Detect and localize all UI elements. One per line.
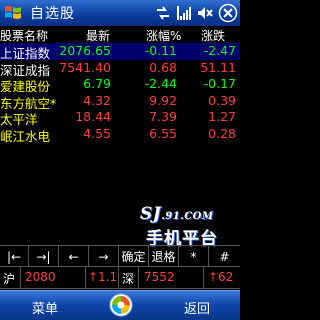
stock-pct: -0.11 — [144, 43, 177, 58]
stock-change: 1.27 — [208, 109, 236, 124]
home-button[interactable]: |← — [0, 246, 29, 267]
stock-change: -2.47 — [203, 43, 236, 58]
stock-row[interactable]: 爱建股份 6.79 -2.44 -0.17 — [0, 76, 240, 94]
stock-change: 51.11 — [200, 59, 236, 75]
stock-change: 0.28 — [208, 125, 236, 141]
stock-change: 0.39 — [208, 92, 236, 108]
header-change[interactable]: 涨跌 — [201, 27, 225, 44]
windows-logo-icon[interactable] — [2, 2, 24, 24]
end-button[interactable]: →| — [29, 246, 59, 267]
divider — [138, 267, 139, 288]
stock-row[interactable]: 上证指数 2076.65 -0.11 -2.47 — [0, 43, 240, 61]
keyboard-input-icon[interactable] — [108, 292, 134, 318]
backspace-button[interactable]: 退格 — [149, 246, 179, 267]
stock-change: -0.17 — [203, 76, 236, 91]
stock-price: 4.55 — [83, 125, 111, 141]
stock-price: 7541.40 — [59, 59, 111, 75]
stock-pct: 9.92 — [149, 92, 177, 108]
header-pct[interactable]: 涨幅% — [146, 27, 181, 44]
stock-price: 18.44 — [75, 109, 111, 124]
column-header: 股票名称 最新 涨幅% 涨跌 — [0, 27, 240, 43]
stock-pct: 7.39 — [149, 109, 177, 124]
divider — [20, 267, 21, 288]
divider — [118, 267, 119, 288]
sz-index-label: 深 — [122, 272, 135, 286]
left-button[interactable]: ← — [59, 246, 89, 267]
index-bar: 沪 2080 ↑1.1 深 7552 ↑62 — [0, 267, 240, 289]
input-button-bar: |← →| ← → 确定 退格 * # — [0, 245, 240, 267]
divider — [203, 267, 204, 288]
right-button[interactable]: → — [89, 246, 119, 267]
confirm-button[interactable]: 确定 — [119, 246, 149, 267]
sz-index-change: ↑62 — [208, 270, 234, 284]
divider — [85, 267, 86, 288]
window-title: 自选股 — [30, 6, 75, 22]
star-button[interactable]: * — [179, 246, 209, 267]
stock-row[interactable]: 东方航空* 4.32 9.92 0.39 — [0, 92, 240, 111]
stock-name: 岷江水电 — [0, 128, 51, 144]
stock-row[interactable]: 太平洋 18.44 7.39 1.27 — [0, 109, 240, 127]
signal-icon[interactable] — [176, 4, 192, 22]
stock-row[interactable]: 岷江水电 4.55 6.55 0.28 — [0, 125, 240, 144]
stock-pct: 0.68 — [149, 59, 177, 75]
title-bar: 自选股 — [0, 0, 240, 26]
sh-index-value: 2080 — [25, 270, 56, 284]
sz-index-value: 7552 — [144, 270, 175, 284]
softkey-bar: 菜单 返回 — [0, 290, 240, 320]
close-icon[interactable] — [218, 3, 238, 23]
header-price[interactable]: 最新 — [86, 27, 110, 44]
sh-index-label: 沪 — [3, 272, 16, 286]
stock-list: 上证指数 2076.65 -0.11 -2.47 深证成指 7541.40 0.… — [0, 43, 240, 144]
watermark-url: SJ.91.COM — [140, 204, 214, 224]
menu-softkey[interactable]: 菜单 — [32, 298, 58, 317]
back-softkey[interactable]: 返回 — [184, 298, 210, 317]
volume-icon[interactable] — [196, 4, 214, 22]
stock-price: 6.79 — [83, 76, 111, 91]
sh-index-change: ↑1.1 — [88, 270, 118, 284]
header-name[interactable]: 股票名称 — [0, 27, 48, 44]
stock-price: 2076.65 — [59, 43, 111, 58]
connectivity-icon[interactable] — [154, 4, 172, 22]
hash-button[interactable]: # — [209, 246, 240, 267]
stock-row[interactable]: 深证成指 7541.40 0.68 51.11 — [0, 59, 240, 78]
stock-pct: 6.55 — [149, 125, 177, 141]
status-icons — [154, 2, 238, 24]
stock-price: 4.32 — [83, 92, 111, 108]
stock-pct: -2.44 — [144, 76, 177, 91]
